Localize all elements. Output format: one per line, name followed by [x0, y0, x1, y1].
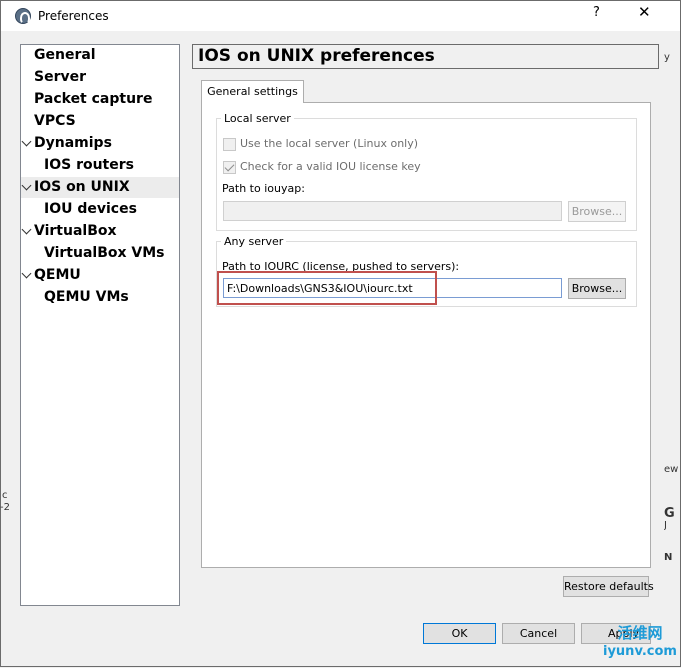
local-server-group: Local server Use the local server (Linux… — [216, 112, 637, 231]
nav-item-dynamips[interactable]: Dynamips — [21, 133, 179, 154]
watermark-line1: 活维网 — [617, 624, 663, 642]
iouyap-browse-button[interactable]: Browse... — [568, 201, 626, 222]
background-window-text: G — [664, 506, 675, 521]
page-title: IOS on UNIX preferences — [192, 44, 659, 69]
background-window-text: y — [664, 52, 670, 63]
use-local-server-checkbox[interactable] — [223, 138, 236, 151]
help-button[interactable]: ? — [593, 5, 600, 20]
background-window-text: J — [664, 520, 667, 531]
nav-item-label: Dynamips — [34, 135, 112, 151]
nav-item-ios-routers[interactable]: IOS routers — [21, 155, 179, 176]
title-bar: Preferences ? ✕ — [1, 1, 680, 31]
tab-panel-general-settings: Local server Use the local server (Linux… — [201, 102, 651, 568]
group-title-any-server: Any server — [221, 235, 287, 248]
nav-item-label: VPCS — [34, 113, 76, 129]
annotation-highlight-box — [217, 271, 437, 305]
ok-button[interactable]: OK — [423, 623, 496, 644]
nav-item-ios-on-unix[interactable]: IOS on UNIX — [21, 177, 179, 198]
tab-general-settings[interactable]: General settings — [201, 80, 304, 103]
nav-item-qemu-vms[interactable]: QEMU VMs — [21, 287, 179, 308]
cancel-button[interactable]: Cancel — [502, 623, 575, 644]
nav-item-virtualbox-vms[interactable]: VirtualBox VMs — [21, 243, 179, 264]
check-iou-license-checkbox[interactable] — [223, 161, 236, 174]
nav-item-label: General — [34, 47, 96, 63]
use-local-server-label: Use the local server (Linux only) — [240, 137, 419, 150]
iouyap-path-label: Path to iouyap: — [222, 182, 305, 195]
nav-item-label: QEMU — [34, 267, 81, 283]
background-window-text: N — [664, 552, 673, 563]
nav-item-label: VirtualBox — [34, 223, 117, 239]
background-window-text: -2 — [0, 502, 10, 513]
chevron-down-icon[interactable] — [21, 268, 32, 279]
nav-item-qemu[interactable]: QEMU — [21, 265, 179, 286]
restore-defaults-button[interactable]: Restore defaults — [563, 576, 654, 597]
iouyap-path-input[interactable] — [223, 201, 562, 221]
nav-item-general[interactable]: General — [21, 45, 179, 66]
iourc-browse-button[interactable]: Browse... — [568, 278, 626, 299]
nav-item-label: IOS routers — [44, 157, 134, 173]
background-window-text: ew — [664, 464, 679, 475]
nav-item-label: QEMU VMs — [44, 289, 129, 305]
nav-item-label: Server — [34, 69, 87, 85]
close-icon[interactable]: ✕ — [638, 3, 651, 21]
group-title-local-server: Local server — [221, 112, 294, 125]
chevron-down-icon[interactable] — [21, 180, 32, 191]
chevron-down-icon[interactable] — [21, 136, 32, 147]
preferences-dialog: Preferences ? ✕ General Server Packet ca… — [0, 0, 681, 667]
nav-item-label: Packet capture — [34, 91, 153, 107]
nav-item-server[interactable]: Server — [21, 67, 179, 88]
nav-item-label: IOS on UNIX — [34, 179, 130, 195]
window-title: Preferences — [38, 9, 109, 23]
site-watermark: 活维网 iyunv.com — [598, 623, 681, 668]
background-window-text: c — [2, 490, 8, 501]
watermark-line2: iyunv.com — [603, 644, 677, 659]
nav-item-virtualbox[interactable]: VirtualBox — [21, 221, 179, 242]
nav-item-iou-devices[interactable]: IOU devices — [21, 199, 179, 220]
nav-item-vpcs[interactable]: VPCS — [21, 111, 179, 132]
gns3-app-icon — [15, 8, 31, 24]
chevron-down-icon[interactable] — [21, 224, 32, 235]
nav-item-label: IOU devices — [44, 201, 137, 217]
check-iou-license-label: Check for a valid IOU license key — [240, 160, 421, 173]
nav-item-packet-capture[interactable]: Packet capture — [21, 89, 179, 110]
nav-item-label: VirtualBox VMs — [44, 245, 165, 261]
preferences-nav-tree: General Server Packet capture VPCS Dynam… — [20, 44, 180, 606]
